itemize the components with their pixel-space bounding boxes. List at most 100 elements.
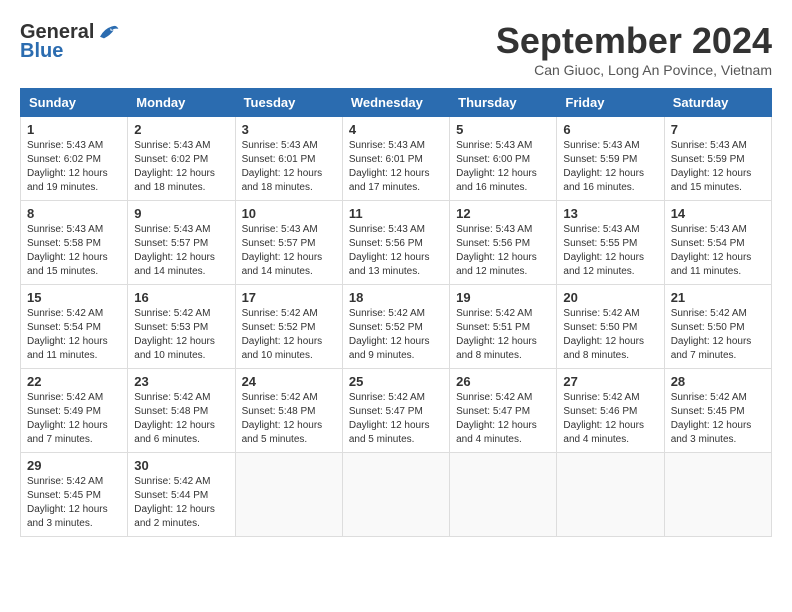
day-cell-1: 1Sunrise: 5:43 AM Sunset: 6:02 PM Daylig…: [21, 117, 128, 201]
day-number: 16: [134, 290, 228, 305]
day-cell-12: 12 Sunrise: 5:43 AM Sunset: 5:56 PM Dayli…: [450, 201, 557, 285]
day-cell-24: 24 Sunrise: 5:42 AM Sunset: 5:48 PM Dayli…: [235, 369, 342, 453]
day-number: 9: [134, 206, 228, 221]
day-info: Sunrise: 5:42 AM Sunset: 5:48 PM Dayligh…: [242, 391, 336, 447]
day-info: Sunrise: 5:43 AM Sunset: 5:58 PM Dayligh…: [27, 223, 121, 279]
day-cell-20: 20 Sunrise: 5:42 AM Sunset: 5:50 PM Dayli…: [557, 285, 664, 369]
day-cell-2: 2 Sunrise: 5:43 AM Sunset: 6:02 PM Daylig…: [128, 117, 235, 201]
title-block: September 2024 Can Giuoc, Long An Povinc…: [496, 20, 772, 78]
week-row-5: 29Sunrise: 5:42 AM Sunset: 5:45 PM Dayli…: [21, 453, 772, 537]
day-number: 14: [671, 206, 765, 221]
day-number: 18: [349, 290, 443, 305]
day-number: 8: [27, 206, 121, 221]
day-cell-6: 6 Sunrise: 5:43 AM Sunset: 5:59 PM Daylig…: [557, 117, 664, 201]
col-header-friday: Friday: [557, 89, 664, 117]
day-cell-9: 9Sunrise: 5:43 AM Sunset: 5:57 PM Daylig…: [128, 201, 235, 285]
day-info: Sunrise: 5:42 AM Sunset: 5:48 PM Dayligh…: [134, 391, 228, 447]
week-row-4: 22 Sunrise: 5:42 AM Sunset: 5:49 PM Dayli…: [21, 369, 772, 453]
day-cell-7: 7 Sunrise: 5:43 AM Sunset: 5:59 PM Daylig…: [664, 117, 771, 201]
day-info: Sunrise: 5:42 AM Sunset: 5:52 PM Dayligh…: [349, 307, 443, 363]
day-number: 10: [242, 206, 336, 221]
logo-bird-icon: [96, 20, 120, 44]
day-cell-5: 5Sunrise: 5:43 AM Sunset: 6:00 PM Daylig…: [450, 117, 557, 201]
empty-cell: [557, 453, 664, 537]
week-row-3: 15Sunrise: 5:42 AM Sunset: 5:54 PM Dayli…: [21, 285, 772, 369]
day-info: Sunrise: 5:43 AM Sunset: 6:02 PM Dayligh…: [134, 139, 228, 195]
day-number: 6: [563, 122, 657, 137]
day-number: 24: [242, 374, 336, 389]
day-cell-13: 13 Sunrise: 5:43 AM Sunset: 5:55 PM Dayli…: [557, 201, 664, 285]
week-row-1: 1 Sunrise: 5:43 AM Sunset: 6:02 PM Daylig…: [21, 117, 772, 201]
col-header-wednesday: Wednesday: [342, 89, 449, 117]
day-number: 4: [349, 122, 443, 137]
day-cell-11: 11Sunrise: 5:43 AM Sunset: 5:56 PM Dayli…: [342, 201, 449, 285]
day-number: 17: [242, 290, 336, 305]
day-info: Sunrise: 5:43 AM Sunset: 5:55 PM Dayligh…: [563, 223, 657, 279]
day-cell-28: 28 Sunrise: 5:42 AM Sunset: 5:45 PM Dayli…: [664, 369, 771, 453]
day-info: Sunrise: 5:42 AM Sunset: 5:52 PM Dayligh…: [242, 307, 336, 363]
day-info: Sunrise: 5:42 AM Sunset: 5:47 PM Dayligh…: [456, 391, 550, 447]
day-info: Sunrise: 5:42 AM Sunset: 5:47 PM Dayligh…: [349, 391, 443, 447]
day-info: Sunrise: 5:43 AM Sunset: 5:54 PM Dayligh…: [671, 223, 765, 279]
empty-cell: [342, 453, 449, 537]
day-number: 23: [134, 374, 228, 389]
day-cell-18: 18 Sunrise: 5:42 AM Sunset: 5:52 PM Dayli…: [342, 285, 449, 369]
day-info: Sunrise: 5:42 AM Sunset: 5:46 PM Dayligh…: [563, 391, 657, 447]
calendar-table: SundayMondayTuesdayWednesdayThursdayFrid…: [20, 88, 772, 537]
day-number: 7: [671, 122, 765, 137]
day-number: 2: [134, 122, 228, 137]
day-cell-26: 26 Sunrise: 5:42 AM Sunset: 5:47 PM Dayli…: [450, 369, 557, 453]
day-cell-14: 14 Sunrise: 5:43 AM Sunset: 5:54 PM Dayli…: [664, 201, 771, 285]
day-info: Sunrise: 5:43 AM Sunset: 5:56 PM Dayligh…: [456, 223, 550, 279]
day-cell-8: 8 Sunrise: 5:43 AM Sunset: 5:58 PM Daylig…: [21, 201, 128, 285]
day-cell-22: 22 Sunrise: 5:42 AM Sunset: 5:49 PM Dayli…: [21, 369, 128, 453]
day-number: 12: [456, 206, 550, 221]
day-cell-15: 15Sunrise: 5:42 AM Sunset: 5:54 PM Dayli…: [21, 285, 128, 369]
day-info: Sunrise: 5:42 AM Sunset: 5:53 PM Dayligh…: [134, 307, 228, 363]
day-number: 5: [456, 122, 550, 137]
day-info: Sunrise: 5:42 AM Sunset: 5:51 PM Dayligh…: [456, 307, 550, 363]
page-title: September 2024: [496, 20, 772, 62]
day-info: Sunrise: 5:43 AM Sunset: 6:01 PM Dayligh…: [242, 139, 336, 195]
day-cell-17: 17 Sunrise: 5:42 AM Sunset: 5:52 PM Dayli…: [235, 285, 342, 369]
day-info: Sunrise: 5:42 AM Sunset: 5:44 PM Dayligh…: [134, 475, 228, 531]
day-number: 13: [563, 206, 657, 221]
day-number: 28: [671, 374, 765, 389]
day-info: Sunrise: 5:43 AM Sunset: 5:57 PM Dayligh…: [242, 223, 336, 279]
day-number: 1: [27, 122, 121, 137]
day-number: 21: [671, 290, 765, 305]
day-cell-21: 21 Sunrise: 5:42 AM Sunset: 5:50 PM Dayli…: [664, 285, 771, 369]
day-cell-29: 29Sunrise: 5:42 AM Sunset: 5:45 PM Dayli…: [21, 453, 128, 537]
day-number: 20: [563, 290, 657, 305]
empty-cell: [235, 453, 342, 537]
day-number: 3: [242, 122, 336, 137]
day-number: 26: [456, 374, 550, 389]
logo: General Blue: [20, 20, 120, 63]
day-info: Sunrise: 5:42 AM Sunset: 5:49 PM Dayligh…: [27, 391, 121, 447]
col-header-thursday: Thursday: [450, 89, 557, 117]
week-row-2: 8 Sunrise: 5:43 AM Sunset: 5:58 PM Daylig…: [21, 201, 772, 285]
day-info: Sunrise: 5:43 AM Sunset: 5:59 PM Dayligh…: [563, 139, 657, 195]
calendar-header-row: SundayMondayTuesdayWednesdayThursdayFrid…: [21, 89, 772, 117]
day-info: Sunrise: 5:43 AM Sunset: 6:01 PM Dayligh…: [349, 139, 443, 195]
day-cell-16: 16 Sunrise: 5:42 AM Sunset: 5:53 PM Dayli…: [128, 285, 235, 369]
day-info: Sunrise: 5:42 AM Sunset: 5:45 PM Dayligh…: [27, 475, 121, 531]
empty-cell: [450, 453, 557, 537]
day-cell-3: 3 Sunrise: 5:43 AM Sunset: 6:01 PM Daylig…: [235, 117, 342, 201]
day-info: Sunrise: 5:42 AM Sunset: 5:50 PM Dayligh…: [671, 307, 765, 363]
day-info: Sunrise: 5:43 AM Sunset: 5:59 PM Dayligh…: [671, 139, 765, 195]
day-number: 22: [27, 374, 121, 389]
day-info: Sunrise: 5:42 AM Sunset: 5:50 PM Dayligh…: [563, 307, 657, 363]
col-header-monday: Monday: [128, 89, 235, 117]
day-cell-23: 23 Sunrise: 5:42 AM Sunset: 5:48 PM Dayli…: [128, 369, 235, 453]
day-cell-25: 25 Sunrise: 5:42 AM Sunset: 5:47 PM Dayli…: [342, 369, 449, 453]
day-number: 19: [456, 290, 550, 305]
col-header-sunday: Sunday: [21, 89, 128, 117]
day-number: 25: [349, 374, 443, 389]
day-cell-30: 30Sunrise: 5:42 AM Sunset: 5:44 PM Dayli…: [128, 453, 235, 537]
empty-cell: [664, 453, 771, 537]
day-number: 11: [349, 206, 443, 221]
day-info: Sunrise: 5:42 AM Sunset: 5:45 PM Dayligh…: [671, 391, 765, 447]
day-number: 15: [27, 290, 121, 305]
col-header-saturday: Saturday: [664, 89, 771, 117]
